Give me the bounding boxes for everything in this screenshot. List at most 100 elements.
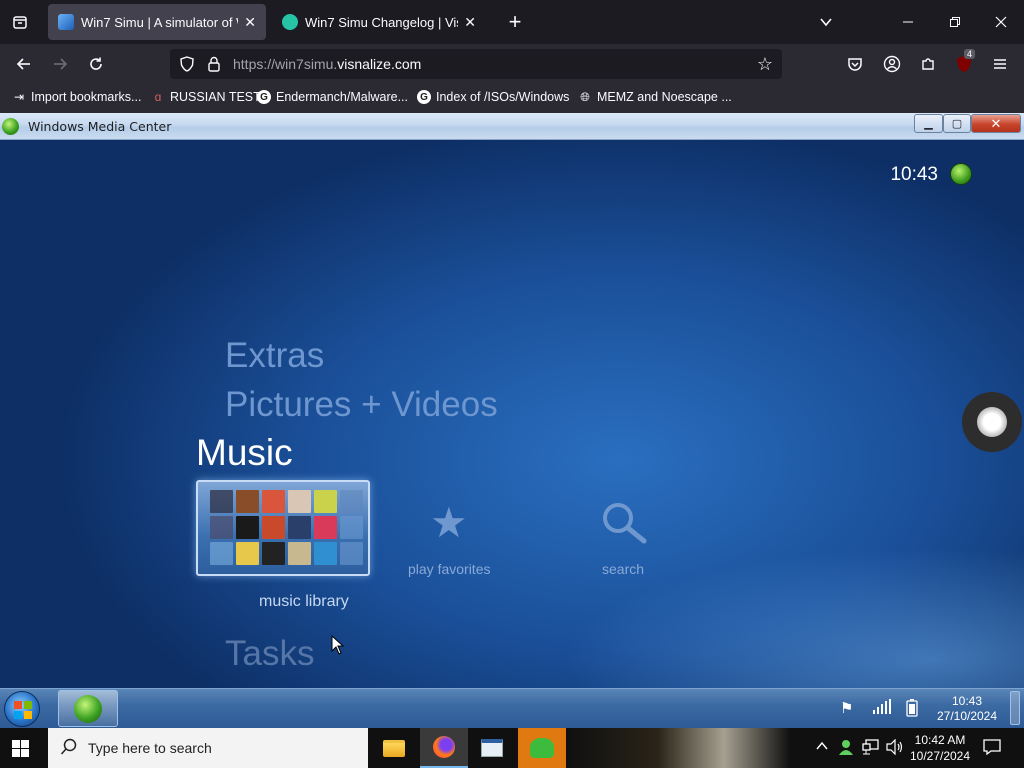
action-center-flag-icon[interactable]: ⚑ — [840, 699, 853, 717]
tab-changelog[interactable]: Win7 Simu Changelog | Visnaliz ✕ — [272, 4, 486, 40]
file-explorer-button[interactable] — [370, 728, 418, 768]
win7-taskbar: ⚑ 10:43 27/10/2024 — [0, 688, 1024, 728]
wmc-title-bar[interactable]: Windows Media Center ▁ ▢ ✕ — [0, 113, 1024, 140]
win7-clock[interactable]: 10:43 27/10/2024 — [930, 694, 1004, 724]
firefox-button[interactable] — [420, 728, 468, 768]
album-cover — [340, 490, 363, 513]
win7-time: 10:43 — [951, 694, 983, 708]
windows-flag-icon — [14, 701, 32, 719]
network-icon[interactable] — [862, 739, 880, 758]
bookmark-endermanch[interactable]: G Endermanch/Malware... — [257, 90, 408, 104]
bookmark-isos[interactable]: G Index of /ISOs/Windows — [417, 90, 569, 104]
close-tab-icon[interactable]: ✕ — [464, 14, 476, 31]
url-bar[interactable]: https://win7simu.visnalize.com ☆ — [170, 49, 782, 79]
bookmark-memz[interactable]: 🌐︎ MEMZ and Noescape ... — [578, 89, 732, 105]
host-start-button-icon[interactable] — [12, 740, 29, 757]
tab-win7-simu[interactable]: Win7 Simu | A simulator of Win ✕ — [48, 4, 266, 40]
bookmark-label: MEMZ and Noescape ... — [597, 90, 732, 104]
notifications-icon[interactable] — [983, 739, 1001, 758]
tracking-shield-icon[interactable] — [172, 49, 202, 79]
search-icon — [60, 738, 78, 761]
album-cover — [340, 516, 363, 539]
host-search-box[interactable]: Type here to search — [48, 728, 368, 768]
menu-music[interactable]: Music — [196, 432, 293, 474]
wmc-close-button[interactable]: ✕ — [971, 114, 1021, 133]
album-cover — [210, 490, 233, 513]
wmc-maximize-button[interactable]: ▢ — [943, 114, 971, 133]
menu-extras[interactable]: Extras — [225, 336, 324, 376]
tab-title: Win7 Simu Changelog | Visnaliz — [305, 14, 458, 30]
headset-icon: ɑ — [154, 90, 162, 104]
star-icon: ★ — [430, 499, 468, 546]
album-cover — [210, 516, 233, 539]
album-cover — [314, 542, 337, 565]
wmc-start-orb-icon[interactable] — [950, 163, 972, 185]
floating-assist-button[interactable] — [962, 392, 1022, 452]
album-cover — [314, 490, 337, 513]
album-cover — [262, 516, 285, 539]
show-desktop-button[interactable] — [1010, 691, 1020, 725]
win7-start-button[interactable] — [4, 691, 40, 727]
account-icon[interactable] — [877, 49, 907, 79]
restore-icon[interactable] — [940, 7, 970, 37]
album-cover — [288, 490, 311, 513]
bookmark-label: Index of /ISOs/Windows — [436, 90, 570, 104]
battery-icon[interactable] — [906, 699, 918, 721]
extension-badge: 4 — [964, 49, 976, 59]
visnalize-favicon-icon — [282, 14, 298, 30]
bookmark-import[interactable]: ⇥ Import bookmarks... — [12, 90, 141, 104]
bookmark-star-icon[interactable]: ☆ — [750, 49, 780, 79]
mouse-cursor-icon — [331, 634, 345, 660]
url-text[interactable]: https://win7simu.visnalize.com — [233, 56, 421, 72]
album-cover — [236, 516, 259, 539]
host-search-placeholder: Type here to search — [88, 740, 212, 756]
forward-icon[interactable] — [45, 49, 75, 79]
music-library-tile[interactable] — [196, 480, 370, 576]
extensions-icon[interactable] — [913, 49, 943, 79]
taskbar-wmc-button[interactable] — [58, 690, 118, 727]
album-cover — [262, 542, 285, 565]
close-tab-icon[interactable]: ✕ — [244, 14, 256, 31]
pocket-icon[interactable] — [840, 49, 870, 79]
wmc-content: 10:43 Extras Pictures + Videos Music Tas… — [0, 140, 1024, 688]
google-icon: G — [417, 90, 431, 104]
album-art-grid — [210, 490, 363, 565]
bookmark-russian-test[interactable]: ɑ RUSSIAN TEST — [151, 90, 261, 104]
host-date: 10/27/2024 — [909, 749, 971, 763]
people-icon — [530, 738, 554, 758]
wmc-minimize-button[interactable]: ▁ — [914, 114, 943, 133]
lock-icon[interactable] — [199, 49, 229, 79]
play-favorites-label[interactable]: play favorites — [408, 561, 490, 577]
ublock-icon[interactable]: 4 — [949, 49, 979, 79]
menu-tasks[interactable]: Tasks — [225, 634, 314, 674]
win7-favicon-icon — [58, 14, 74, 30]
album-cover — [288, 516, 311, 539]
window-icon — [481, 739, 503, 757]
host-time: 10:42 AM — [914, 733, 966, 747]
network-signal-icon[interactable] — [872, 699, 892, 719]
album-cover — [314, 516, 337, 539]
globe-icon: 🌐︎ — [580, 89, 590, 104]
volume-icon[interactable] — [886, 738, 904, 758]
win7-date: 27/10/2024 — [936, 709, 998, 723]
album-cover — [340, 542, 363, 565]
green-app-button[interactable] — [518, 728, 566, 768]
search-label[interactable]: search — [602, 561, 644, 577]
album-cover — [236, 490, 259, 513]
app-menu-icon[interactable] — [985, 49, 1015, 79]
album-cover — [262, 490, 285, 513]
host-clock[interactable]: 10:42 AM 10/27/2024 — [908, 732, 972, 764]
tab-overview-icon[interactable] — [5, 7, 35, 37]
show-hidden-icons-icon[interactable] — [816, 739, 828, 755]
user-status-icon[interactable] — [838, 739, 854, 759]
list-all-tabs-icon[interactable] — [811, 7, 841, 37]
close-window-icon[interactable] — [986, 7, 1016, 37]
album-cover — [288, 542, 311, 565]
minimize-icon[interactable] — [893, 7, 923, 37]
back-icon[interactable] — [9, 49, 39, 79]
new-tab-icon[interactable]: + — [500, 7, 530, 37]
url-domain: visnalize.com — [337, 56, 422, 72]
window-app-button[interactable] — [468, 728, 516, 768]
reload-icon[interactable] — [81, 49, 111, 79]
menu-pictures-videos[interactable]: Pictures + Videos — [225, 385, 498, 425]
